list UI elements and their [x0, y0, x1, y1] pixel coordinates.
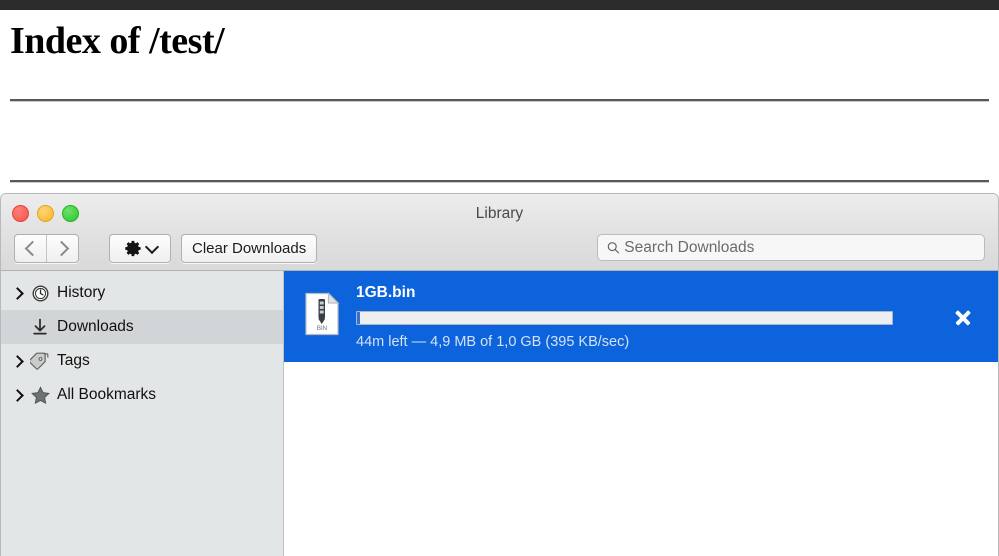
- download-details: 1GB.bin 44m left — 4,9 MB of 1,0 GB (395…: [356, 284, 998, 350]
- search-downloads-field[interactable]: [597, 234, 985, 261]
- back-button[interactable]: [15, 235, 46, 262]
- sidebar: History Downloads Tags All Bookmarks: [1, 271, 284, 556]
- sidebar-item-label: All Bookmarks: [57, 386, 157, 403]
- download-item[interactable]: BIN 1GB.bin 44m left — 4,9 MB of 1,0 GB …: [284, 271, 998, 362]
- chevron-left-icon: [24, 240, 40, 257]
- bin-file-icon: BIN: [304, 292, 340, 341]
- download-icon: [27, 317, 53, 337]
- index-divider-bottom: [10, 180, 989, 183]
- downloads-list: BIN 1GB.bin 44m left — 4,9 MB of 1,0 GB …: [284, 271, 998, 556]
- sidebar-item-history[interactable]: History: [1, 276, 283, 310]
- settings-menu-button[interactable]: [109, 234, 171, 263]
- clear-downloads-button[interactable]: Clear Downloads: [181, 234, 318, 263]
- navigation-buttons: [14, 234, 79, 263]
- sidebar-item-label: Downloads: [57, 318, 134, 335]
- download-progress-fill: [357, 311, 360, 324]
- chevron-down-icon: [144, 239, 159, 254]
- window-titlebar[interactable]: Library Clear Downloads: [1, 194, 998, 271]
- sidebar-item-all-bookmarks[interactable]: All Bookmarks: [1, 378, 283, 412]
- search-input[interactable]: [624, 238, 976, 257]
- window-title: Library: [475, 205, 524, 222]
- sidebar-item-downloads[interactable]: Downloads: [1, 310, 283, 344]
- download-status-text: 44m left — 4,9 MB of 1,0 GB (395 KB/sec): [356, 333, 630, 350]
- sidebar-item-label: History: [57, 284, 106, 301]
- download-file-name: 1GB.bin: [356, 283, 416, 301]
- forward-button[interactable]: [46, 235, 78, 262]
- directory-index-page: Index of /test/ ../ 1GB.bin 08-Oct-2013 …: [0, 10, 999, 193]
- clear-downloads-label: Clear Downloads: [192, 240, 307, 257]
- page-title: Index of /test/: [10, 20, 225, 62]
- search-icon: [607, 242, 620, 254]
- sidebar-item-tags[interactable]: Tags: [1, 344, 283, 378]
- download-progress-bar: [356, 310, 893, 325]
- browser-chrome-strip: [0, 0, 999, 10]
- index-divider-top: [10, 99, 989, 102]
- cancel-download-button[interactable]: [954, 308, 972, 326]
- window-body: History Downloads Tags All Bookmarks BIN…: [1, 271, 998, 556]
- clock-icon: [27, 284, 53, 303]
- library-window: Library Clear Downloads Search Downloads…: [0, 193, 999, 556]
- star-icon: [27, 385, 53, 406]
- gear-icon: [124, 240, 141, 257]
- sidebar-item-label: Tags: [57, 352, 90, 369]
- svg-text:BIN: BIN: [317, 325, 327, 332]
- chevron-right-icon: [53, 240, 69, 257]
- disclosure-triangle-all-bookmarks[interactable]: [9, 388, 27, 402]
- disclosure-triangle-history[interactable]: [9, 286, 27, 300]
- tag-icon: [27, 351, 53, 371]
- disclosure-triangle-tags[interactable]: [9, 354, 27, 368]
